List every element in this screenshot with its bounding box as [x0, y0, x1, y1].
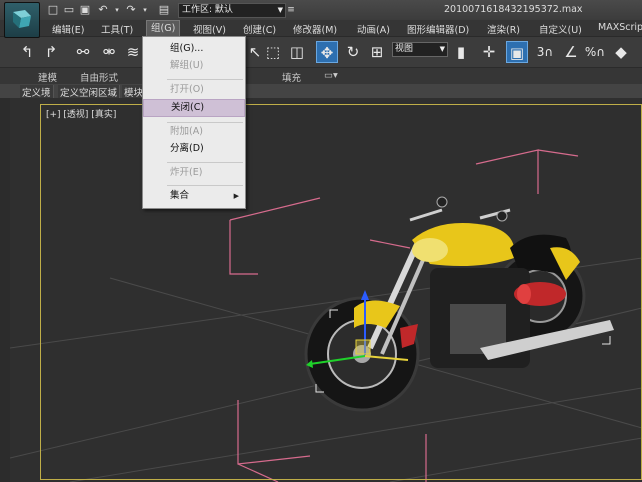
menu-item-detach[interactable]: 分离(D): [143, 141, 245, 157]
link-icon[interactable]: ⚯: [72, 41, 94, 63]
ribbon-tab-freeform[interactable]: 自由形式: [80, 70, 118, 84]
workspace-label: 工作区: 默认: [182, 5, 233, 15]
menu-item-assembly[interactable]: 集合 ▶: [143, 188, 245, 204]
quick-access-menu-icon[interactable]: ≡: [284, 3, 298, 17]
menu-item-ungroup-label: 解组(U): [170, 60, 204, 71]
menu-item-group[interactable]: 组(G)...: [143, 41, 245, 57]
workspace-selector[interactable]: 工作区: 默认 ▼: [178, 3, 286, 18]
undo-arrow-icon[interactable]: ↰: [16, 41, 38, 63]
redo-icon[interactable]: ↷: [124, 3, 138, 17]
undo-icon[interactable]: ↶: [96, 3, 110, 17]
reference-coordinate-selector[interactable]: 视图 ▼: [392, 42, 448, 57]
redo-arrow-icon[interactable]: ↱: [40, 41, 62, 63]
menu-separator: [167, 185, 243, 186]
menu-separator: [167, 79, 243, 80]
menu-animation[interactable]: 动画(A): [357, 22, 390, 36]
menu-item-explode-label: 炸开(E): [170, 167, 203, 178]
select-move-icon[interactable]: ✥: [316, 41, 338, 63]
ribbon-tab-populate[interactable]: 填充: [282, 70, 301, 84]
window-title: 2010071618432195372.max: [444, 4, 583, 15]
undo-dropdown-icon[interactable]: ▾: [110, 3, 124, 17]
select-rotate-icon[interactable]: ↻: [342, 41, 364, 63]
open-file-icon[interactable]: ▭: [62, 3, 76, 17]
chevron-down-icon: ▼: [439, 45, 445, 53]
menu-tools[interactable]: 工具(T): [101, 22, 133, 36]
window-crossing-icon[interactable]: ◫: [286, 41, 308, 63]
new-file-icon[interactable]: □: [46, 3, 60, 17]
percent-snap-label: %: [584, 45, 597, 59]
group-menu-dropdown: 组(G)... 解组(U) 打开(O) 关闭(C) 附加(A) 分离(D) 炸开…: [142, 36, 246, 209]
menu-item-open-label: 打开(O): [170, 84, 204, 95]
save-icon[interactable]: ▣: [78, 3, 92, 17]
menu-item-group-label: 组(G)...: [170, 43, 204, 54]
bind-space-warp-icon[interactable]: ≋: [122, 41, 144, 63]
menu-item-assembly-label: 集合: [170, 190, 190, 201]
left-side-strip: [0, 98, 10, 482]
submenu-arrow-icon: ▶: [233, 192, 239, 200]
menu-separator: [167, 122, 243, 123]
menu-item-explode[interactable]: 炸开(E): [143, 165, 245, 181]
chevron-down-icon: ▼: [277, 6, 283, 14]
menu-rendering[interactable]: 渲染(R): [487, 22, 520, 36]
pivot-center-icon[interactable]: ▮: [450, 41, 472, 63]
snaps-toggle-label: 3: [536, 45, 545, 59]
app-logo-icon: [13, 10, 31, 28]
menu-item-attach-label: 附加(A): [170, 126, 203, 137]
unlink-icon[interactable]: ⚮: [98, 41, 120, 63]
menu-group[interactable]: 组(G): [146, 20, 181, 37]
menu-modifiers[interactable]: 修改器(M): [293, 22, 337, 36]
menu-create[interactable]: 创建(C): [243, 22, 276, 36]
ribbon-panel-define-flows[interactable]: 定义境: [20, 85, 54, 99]
menu-separator: [167, 162, 243, 163]
keyboard-shortcut-override-icon[interactable]: ▣: [506, 41, 528, 63]
reference-coordinate-label: 视图: [395, 44, 414, 54]
rectangular-selection-icon[interactable]: ⬚: [262, 41, 284, 63]
select-manipulate-icon[interactable]: ✛: [478, 41, 500, 63]
app-menu-button[interactable]: [4, 2, 40, 38]
ribbon-panel-define-idle-areas[interactable]: 定义空闲区域: [58, 85, 121, 99]
menu-customize[interactable]: 自定义(U): [539, 22, 582, 36]
project-folder-icon[interactable]: ▤: [157, 3, 171, 17]
menu-graph-editors[interactable]: 图形编辑器(D): [407, 22, 469, 36]
spinner-snap-icon[interactable]: ◆: [610, 41, 632, 63]
menu-maxscript[interactable]: MAXScript: [598, 22, 642, 33]
menu-edit[interactable]: 编辑(E): [52, 22, 84, 36]
snaps-toggle-icon[interactable]: 3∩: [534, 41, 556, 63]
active-viewport-border: [40, 104, 642, 480]
menu-item-attach[interactable]: 附加(A): [143, 124, 245, 140]
menu-view[interactable]: 视图(V): [193, 22, 226, 36]
redo-dropdown-icon[interactable]: ▾: [138, 3, 152, 17]
menu-item-ungroup[interactable]: 解组(U): [143, 58, 245, 74]
ribbon-tab-modeling[interactable]: 建模: [38, 70, 57, 84]
menu-item-open[interactable]: 打开(O): [143, 82, 245, 98]
menu-item-close[interactable]: 关闭(C): [143, 99, 245, 117]
angle-snap-icon[interactable]: ∠: [560, 41, 582, 63]
select-scale-icon[interactable]: ⊞: [366, 41, 388, 63]
menu-item-close-label: 关闭(C): [171, 102, 205, 113]
viewport-label-menu[interactable]: [+] [透视] [真实]: [46, 107, 116, 120]
ribbon-options-icon[interactable]: ▭▾: [324, 70, 338, 81]
percent-snap-icon[interactable]: %∩: [584, 41, 606, 63]
menu-item-detach-label: 分离(D): [170, 143, 204, 154]
